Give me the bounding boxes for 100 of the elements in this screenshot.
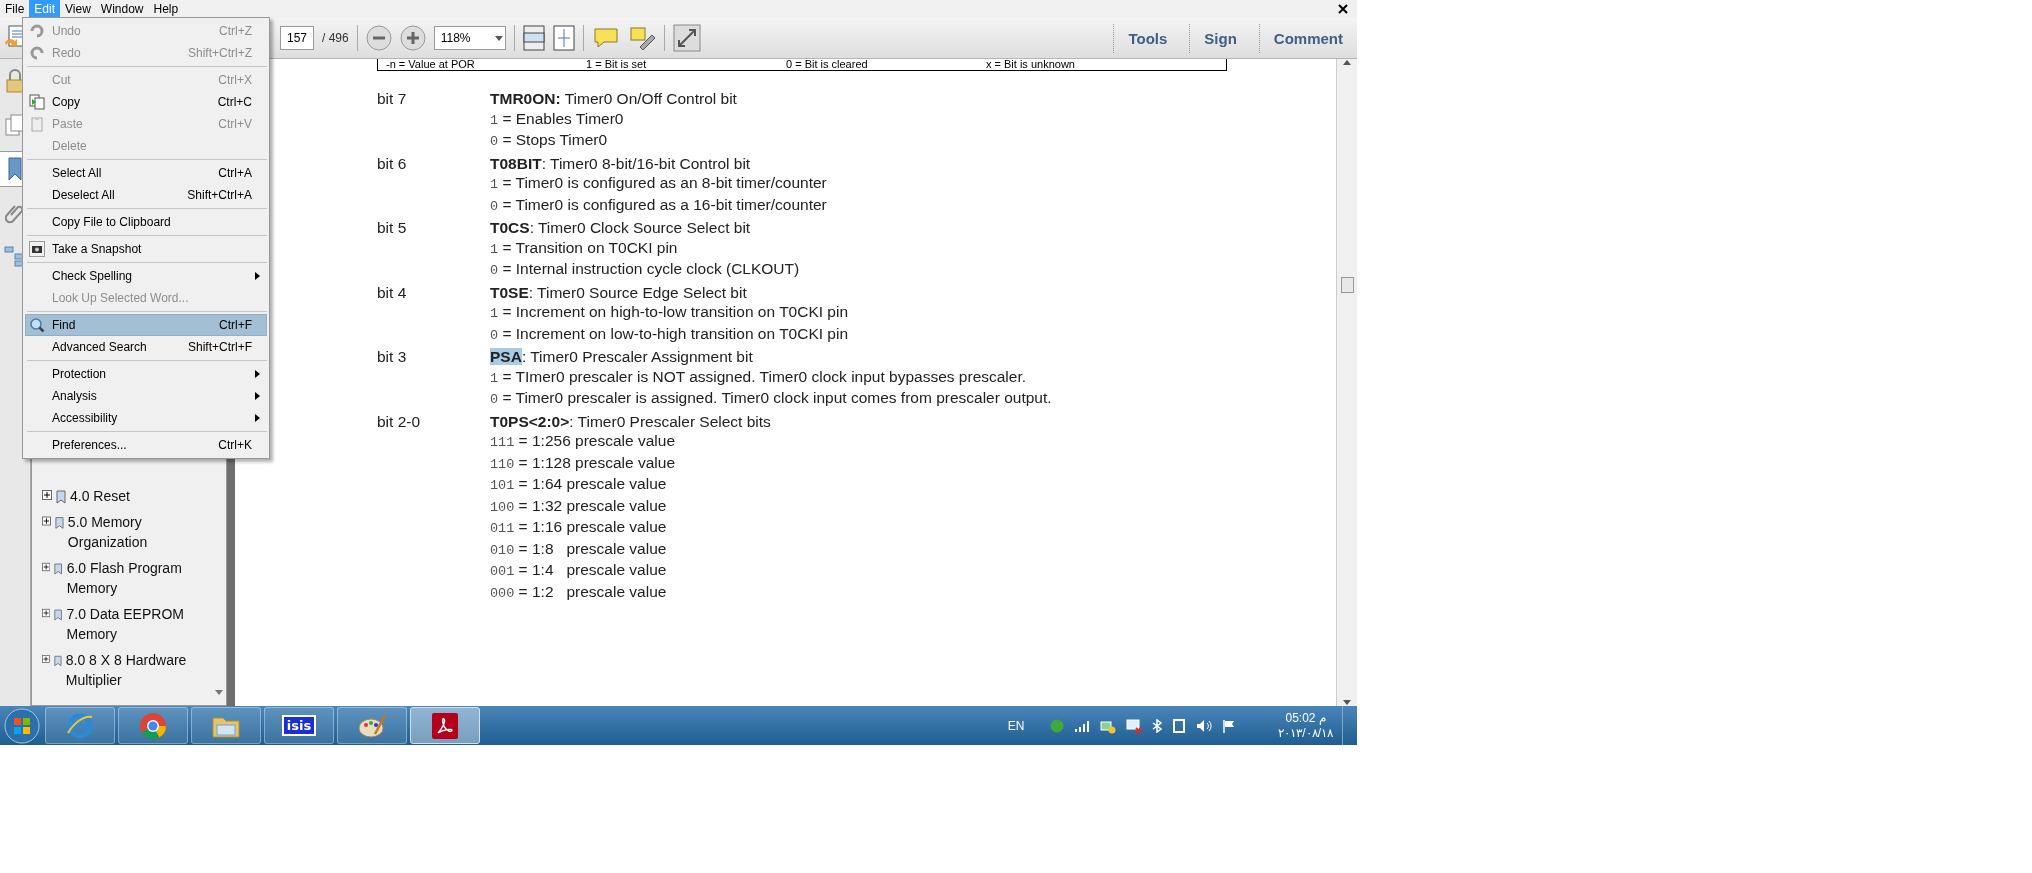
highlight-icon[interactable] <box>627 25 656 51</box>
start-icon[interactable] <box>2 706 42 745</box>
menu-item[interactable]: Window <box>95 0 149 18</box>
expand-icon[interactable] <box>42 608 51 618</box>
bit-value: 100 = 1:32 prescale value <box>490 495 668 517</box>
clock[interactable]: 05:02 م ٢٠١٣/٠٨/١٨ <box>1278 710 1333 741</box>
bit-label: bit 7 <box>377 89 408 109</box>
pdf-icon <box>431 711 459 740</box>
bit-value: 101 = 1:64 prescale value <box>490 474 668 495</box>
bit-value: 111 = 1:256 prescale value <box>490 431 677 452</box>
bit-value: 110 = 1:128 prescale value <box>490 452 677 474</box>
search-icon <box>29 317 45 333</box>
bookmark-icon <box>54 562 63 576</box>
caret-icon <box>494 35 503 41</box>
bookmark-item[interactable]: 5.0 Memory Organization <box>67 512 208 552</box>
submenu-arrow-icon <box>255 272 260 280</box>
menu-entry[interactable]: Copy Ctrl+C <box>25 91 267 113</box>
language-indicator[interactable]: EN <box>1007 718 1025 733</box>
bit-value: 0 = Timer0 prescaler is assigned. Timer0 clock input comes from prescaler output. <box>490 388 1053 409</box>
bit-value: 0 = Stops Timer0 <box>490 130 609 151</box>
bookmark-icon <box>54 516 64 530</box>
bookmark-item[interactable]: 6.0 Flash Program Memory <box>66 558 208 598</box>
bit-label: bit 6 <box>377 153 408 174</box>
zoom-field[interactable]: 118% <box>433 26 506 50</box>
submenu-arrow-icon <box>255 370 260 378</box>
menu-entry[interactable]: Copy File to Clipboard <box>25 211 267 233</box>
bit-value: 0 = Internal instruction cycle clock (CLKOUT) <box>490 259 801 280</box>
page-count: / 496 <box>322 31 349 45</box>
submenu-arrow-icon <box>255 392 260 400</box>
bit-heading: T08BIT: Timer0 8-bit/16-bit Control bit <box>490 153 752 173</box>
menu-entry[interactable]: Protection <box>25 363 267 385</box>
menu-entry[interactable]: Accessibility <box>25 407 267 429</box>
menu-item[interactable]: File <box>0 0 30 18</box>
menu-entry[interactable]: Take a Snapshot <box>25 238 267 260</box>
expand-icon[interactable] <box>42 654 50 664</box>
bit-value: 1 = Timer0 is configured as an 8-bit timer/counter <box>490 173 828 194</box>
bit-value: 000 = 1:2 prescale value <box>490 581 668 603</box>
bit-heading: T0SE: Timer0 Source Edge Select bit <box>490 282 748 302</box>
device-icon <box>1172 717 1187 734</box>
bit-label: bit 4 <box>377 282 408 303</box>
fit-width-icon[interactable] <box>522 25 545 51</box>
menu-entry[interactable]: Find Ctrl+F <box>25 314 267 336</box>
zoom-in-icon[interactable] <box>399 25 426 51</box>
bit-value: 1 = Transition on T0CKI pin <box>490 237 679 259</box>
bit-heading: T0CS: Timer0 Clock Source Select bit <box>490 218 752 238</box>
bit-value: 001 = 1:4 prescale value <box>490 560 668 581</box>
signal-icon <box>1074 719 1091 732</box>
fit-page-icon[interactable] <box>552 25 575 51</box>
info-icon <box>1050 718 1065 733</box>
flag-icon <box>1222 718 1237 733</box>
clock-time: 05:02 م <box>1285 710 1326 726</box>
expand-icon[interactable] <box>42 490 52 500</box>
bit-value: 0 = Increment on low-to-high transition on T0CKI pin <box>490 323 850 345</box>
taskbar-app[interactable]: isis <box>264 707 334 744</box>
menu-entry[interactable]: Advanced Search Shift+Ctrl+F <box>25 336 267 358</box>
close-icon[interactable] <box>1337 3 1349 15</box>
bit-label: bit 2-0 <box>377 411 422 432</box>
bookmark-icon <box>6 156 24 182</box>
speaker-icon <box>1196 718 1213 733</box>
chrome-icon <box>139 711 167 740</box>
bookmark-item[interactable]: 8.0 8 X 8 Hardware Multiplier <box>65 650 208 690</box>
menu-entry[interactable]: Check Spelling <box>25 265 267 287</box>
toolbar-button[interactable]: Sign <box>1189 23 1251 53</box>
app-logo-text: isis <box>281 715 317 736</box>
bookmark-item[interactable]: 7.0 Data EEPROM Memory <box>66 604 208 644</box>
submenu-arrow-icon <box>255 414 260 422</box>
menu-entry[interactable]: Deselect All Shift+Ctrl+A <box>25 184 267 206</box>
clock-date: ٢٠١٣/٠٨/١٨ <box>1278 725 1333 741</box>
legend-text: 1 = Bit is set <box>586 59 648 70</box>
bit-heading: PSA: Timer0 Prescaler Assignment bit <box>490 347 754 367</box>
legend-text: 0 = Bit is cleared <box>786 59 869 70</box>
zoom-out-icon[interactable] <box>365 25 392 51</box>
undo-icon <box>29 23 45 39</box>
expand-icon[interactable] <box>42 516 51 526</box>
menu-entry[interactable]: Select All Ctrl+A <box>25 162 267 184</box>
toolbar-button[interactable]: Comment <box>1258 23 1357 53</box>
taskbar-app[interactable] <box>410 707 480 744</box>
monitor-icon <box>1126 717 1143 734</box>
scroll-thumb[interactable] <box>1340 277 1354 293</box>
toolbar-button[interactable]: Tools <box>1113 23 1182 53</box>
bookmark-icon <box>53 654 62 668</box>
camera-icon <box>29 241 45 257</box>
page-number-field[interactable]: 157 <box>280 26 315 50</box>
bit-value: 1 = Increment on high-to-low transition on T0CKI pin <box>490 302 850 323</box>
legend-text: -n = Value at POR <box>386 59 476 70</box>
bit-heading: TMR0ON: Timer0 On/Off Control bit <box>490 89 738 109</box>
bit-value: 0 = Timer0 is configured as a 16-bit timer/counter <box>490 194 828 216</box>
legend-text: x = Bit is unknown <box>986 59 1076 70</box>
menu-item[interactable]: View <box>60 0 96 18</box>
bit-label: bit 5 <box>377 218 408 238</box>
menu-entry[interactable]: Preferences... Ctrl+K <box>25 434 267 456</box>
bookmark-item[interactable]: 4.0 Reset <box>70 486 130 506</box>
bit-value: 1 = Enables Timer0 <box>490 108 625 130</box>
expand-icon[interactable] <box>672 24 701 52</box>
bit-value: 010 = 1:8 prescale value <box>490 538 668 560</box>
bit-label: bit 3 <box>377 347 408 367</box>
bit-value: 1 = TImer0 prescaler is NOT assigned. Timer0 clock input bypasses prescaler. <box>490 366 1028 388</box>
menu-entry[interactable]: Analysis <box>25 385 267 407</box>
scroll-down-icon[interactable] <box>214 689 224 697</box>
menu-item[interactable]: Help <box>148 0 184 18</box>
